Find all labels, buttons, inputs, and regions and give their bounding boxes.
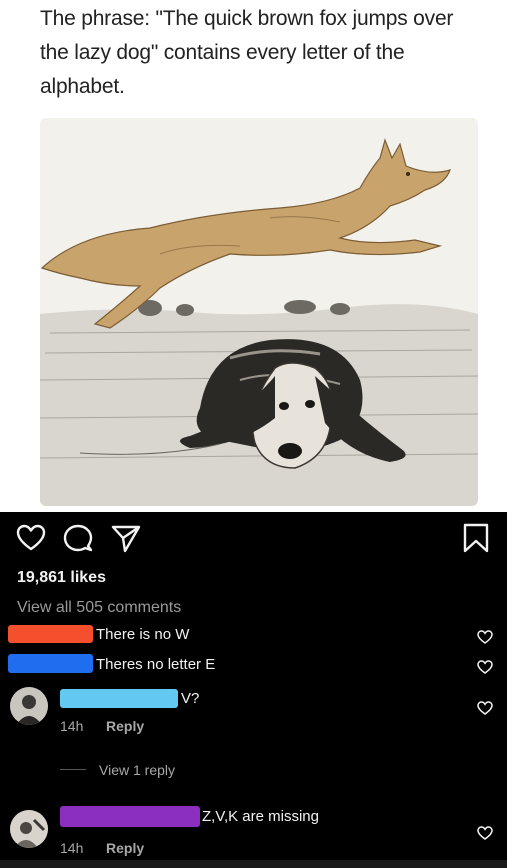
redacted-username (8, 654, 93, 673)
reply-divider (60, 769, 86, 770)
redacted-username (60, 806, 200, 827)
post-caption: The phrase: "The quick brown fox jumps o… (40, 7, 454, 98)
comment-icon[interactable] (62, 522, 94, 554)
likes-count[interactable]: 19,861 likes (17, 569, 106, 587)
post-image[interactable] (40, 118, 478, 506)
view-all-comments[interactable]: View all 505 comments (17, 599, 181, 617)
comment-like-heart-icon[interactable] (477, 660, 493, 679)
comment-like-heart-icon[interactable] (477, 826, 493, 845)
bookmark-icon[interactable] (461, 522, 491, 554)
comment-text: There is no W (96, 626, 190, 643)
comment-text: V? (181, 690, 200, 707)
post-actions (0, 522, 507, 554)
redacted-username (8, 625, 93, 643)
comment-text: Z,V,K are missing (202, 808, 319, 825)
avatar[interactable] (10, 687, 48, 725)
comment-timestamp: 14h (60, 840, 84, 856)
bottom-bar (0, 860, 507, 868)
comment-like-heart-icon[interactable] (477, 630, 493, 649)
comment-text: Theres no letter E (96, 656, 216, 673)
reply-button[interactable]: Reply (106, 840, 144, 856)
heart-icon[interactable] (15, 522, 47, 554)
avatar[interactable] (10, 810, 48, 848)
share-icon[interactable] (110, 522, 142, 554)
reply-button[interactable]: Reply (106, 718, 144, 734)
view-replies-button[interactable]: View 1 reply (99, 762, 175, 778)
comment-like-heart-icon[interactable] (477, 701, 493, 720)
post-image-area: The phrase: "The quick brown fox jumps o… (0, 0, 507, 512)
redacted-username (60, 689, 178, 708)
comment-timestamp: 14h (60, 718, 84, 734)
